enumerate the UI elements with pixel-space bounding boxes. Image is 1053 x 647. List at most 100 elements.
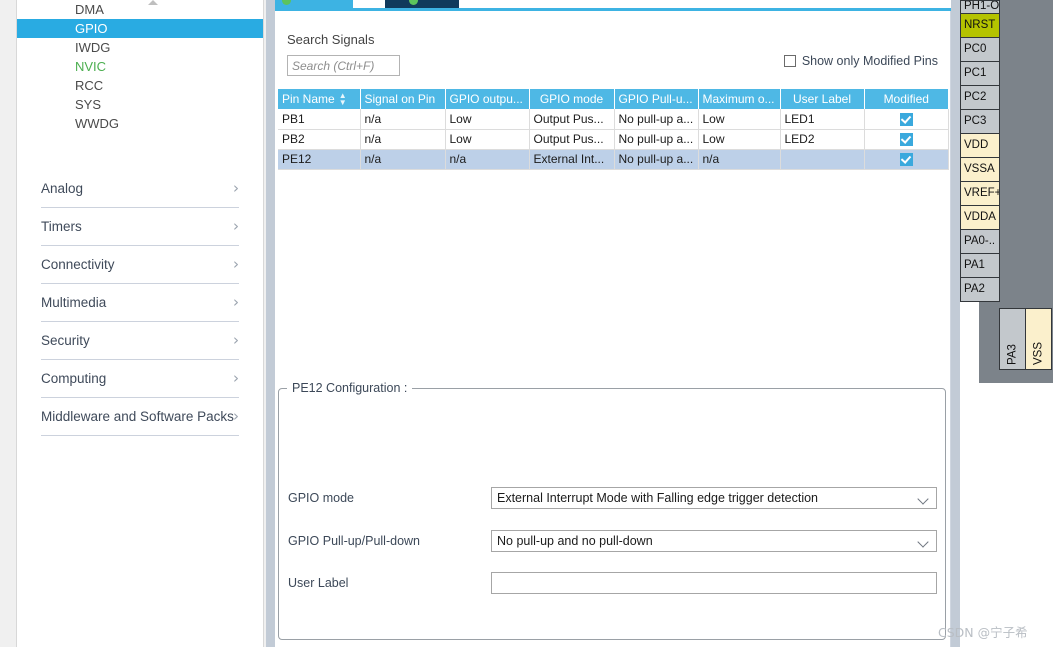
tab-underline [275, 8, 951, 11]
pin-vdda[interactable]: VDDA [960, 205, 1000, 230]
category-middleware-and-software-packs[interactable]: Middleware and Software Packs › [41, 398, 239, 436]
show-only-modified-pins-checkbox[interactable]: Show only Modified Pins [783, 54, 938, 68]
gpio-pullup-select[interactable]: No pull-up and no pull-down [491, 530, 937, 552]
chip-pin-column-right: PH1-O.. NRST PC0 PC1 PC2 PC3 VDD VSSA VR… [960, 0, 1000, 302]
scroll-up-caret-icon[interactable] [148, 0, 158, 5]
category-label: Connectivity [41, 257, 115, 272]
pin-pa0[interactable]: PA0-.. [960, 229, 1000, 254]
cell-gpio-pullup: No pull-up a... [614, 149, 699, 170]
cell-modified[interactable] [864, 129, 949, 150]
cell-maximum-output: n/a [698, 149, 781, 170]
cell-pin-name: PB2 [278, 129, 361, 150]
tab-nvic[interactable] [385, 0, 459, 8]
table-row[interactable]: PB1 n/a Low Output Pus... No pull-up a..… [278, 109, 949, 130]
sidebar-item-dma[interactable]: DMA [17, 0, 263, 19]
column-header-gpio-pullup[interactable]: GPIO Pull-u... [614, 89, 699, 109]
cell-signal-on-pin: n/a [360, 129, 446, 150]
sidebar-item-iwdg[interactable]: IWDG [17, 38, 263, 57]
table-row[interactable]: PB2 n/a Low Output Pus... No pull-up a..… [278, 129, 949, 150]
sidebar-item-nvic[interactable]: NVIC [17, 57, 263, 76]
chip-panel-scrollbar[interactable] [951, 0, 960, 647]
tab-bar [275, 0, 951, 11]
column-header-gpio-mode[interactable]: GPIO mode [529, 89, 615, 109]
checkbox-checked-icon[interactable] [899, 112, 913, 126]
sidebar-item-sys[interactable]: SYS [17, 95, 263, 114]
category-label: Multimedia [41, 295, 107, 310]
cell-signal-on-pin: n/a [360, 109, 446, 130]
cell-gpio-output: Low [445, 109, 530, 130]
main-content-panel: Search Signals Show only Modified Pins P… [275, 0, 951, 647]
pin-vssa[interactable]: VSSA [960, 157, 1000, 182]
pin-ph1-osc-out[interactable]: PH1-O.. [960, 0, 1000, 14]
cell-user-label [780, 149, 865, 170]
pin-vdd[interactable]: VDD [960, 133, 1000, 158]
checkbox-checked-icon[interactable] [899, 153, 913, 167]
column-header-maximum-output[interactable]: Maximum o... [698, 89, 781, 109]
status-dot-icon [282, 0, 291, 5]
cell-gpio-mode: External Int... [529, 149, 615, 170]
pin-configuration-title: PE12 Configuration : [287, 381, 413, 395]
cell-modified[interactable] [864, 109, 949, 130]
cell-gpio-output: Low [445, 129, 530, 150]
category-label: Analog [41, 181, 84, 196]
chevron-right-icon: › [233, 407, 239, 425]
category-multimedia[interactable]: Multimedia › [41, 284, 239, 322]
pin-pc2[interactable]: PC2 [960, 85, 1000, 110]
pin-nrst[interactable]: NRST [960, 13, 1000, 38]
chevron-right-icon: › [233, 179, 239, 197]
cell-user-label: LED1 [780, 109, 865, 130]
sidebar-item-wwdg[interactable]: WWDG [17, 114, 263, 133]
chip-pin-column-bottom: PA3 VSS [999, 308, 1053, 370]
column-label: Pin Name [282, 91, 335, 106]
cell-gpio-mode: Output Pus... [529, 129, 615, 150]
cell-pin-name: PB1 [278, 109, 361, 130]
chip-pinout-panel: PH1-O.. NRST PC0 PC1 PC2 PC3 VDD VSSA VR… [951, 0, 1053, 647]
tab-gpio[interactable] [275, 0, 353, 8]
pin-pc1[interactable]: PC1 [960, 61, 1000, 86]
status-dot-icon [409, 0, 418, 5]
pin-pa2[interactable]: PA2 [960, 277, 1000, 302]
table-row[interactable]: PE12 n/a n/a External Int... No pull-up … [278, 149, 949, 170]
category-analog[interactable]: Analog › [41, 170, 239, 208]
pin-pa1[interactable]: PA1 [960, 253, 1000, 278]
sidebar-vertical-scrollbar[interactable] [266, 0, 275, 647]
pin-configuration-table: Pin Name ▲ ▼ Signal on Pin GPIO outpu... G… [278, 89, 949, 170]
category-label: Timers [41, 219, 82, 234]
checkbox-unchecked-icon[interactable] [783, 55, 796, 67]
cell-maximum-output: Low [698, 129, 781, 150]
cell-gpio-output: n/a [445, 149, 530, 170]
cell-gpio-pullup: No pull-up a... [614, 109, 699, 130]
column-header-signal-on-pin[interactable]: Signal on Pin [360, 89, 446, 109]
category-label: Security [41, 333, 90, 348]
config-row-gpio-mode: GPIO mode External Interrupt Mode with F… [279, 487, 945, 509]
gpio-pullup-label: GPIO Pull-up/Pull-down [288, 534, 421, 548]
checkbox-checked-icon[interactable] [899, 133, 913, 147]
category-computing[interactable]: Computing › [41, 360, 239, 398]
peripheral-list: DMA GPIO IWDG NVIC RCC SYS WWDG [17, 0, 263, 133]
pin-pc0[interactable]: PC0 [960, 37, 1000, 62]
column-header-modified[interactable]: Modified [864, 89, 948, 109]
category-timers[interactable]: Timers › [41, 208, 239, 246]
pin-vref-plus[interactable]: VREF+ [960, 181, 1000, 206]
user-label-input[interactable] [491, 572, 937, 594]
watermark: CSDN @宁子希 [938, 625, 1028, 640]
column-header-pin-name[interactable]: Pin Name ▲ ▼ [278, 89, 361, 109]
pin-pa3[interactable]: PA3 [999, 308, 1026, 370]
search-signals-label: Search Signals [287, 32, 375, 47]
cell-gpio-pullup: No pull-up a... [614, 129, 699, 150]
column-header-user-label[interactable]: User Label [780, 89, 865, 109]
column-header-gpio-output[interactable]: GPIO outpu... [445, 89, 530, 109]
sort-arrows-icon[interactable]: ▲ ▼ [339, 92, 347, 107]
gpio-mode-select[interactable]: External Interrupt Mode with Falling edg… [491, 487, 937, 509]
cell-modified[interactable] [864, 149, 949, 170]
sidebar-item-rcc[interactable]: RCC [17, 76, 263, 95]
category-security[interactable]: Security › [41, 322, 239, 360]
category-connectivity[interactable]: Connectivity › [41, 246, 239, 284]
chevron-right-icon: › [233, 255, 239, 273]
config-row-user-label: User Label [279, 572, 945, 594]
pin-pc3[interactable]: PC3 [960, 109, 1000, 134]
sidebar-inner: DMA GPIO IWDG NVIC RCC SYS WWDG Analog ›… [16, 0, 264, 647]
sidebar-item-gpio[interactable]: GPIO [17, 19, 263, 38]
search-input[interactable] [287, 55, 400, 76]
pin-vss[interactable]: VSS [1025, 308, 1052, 370]
